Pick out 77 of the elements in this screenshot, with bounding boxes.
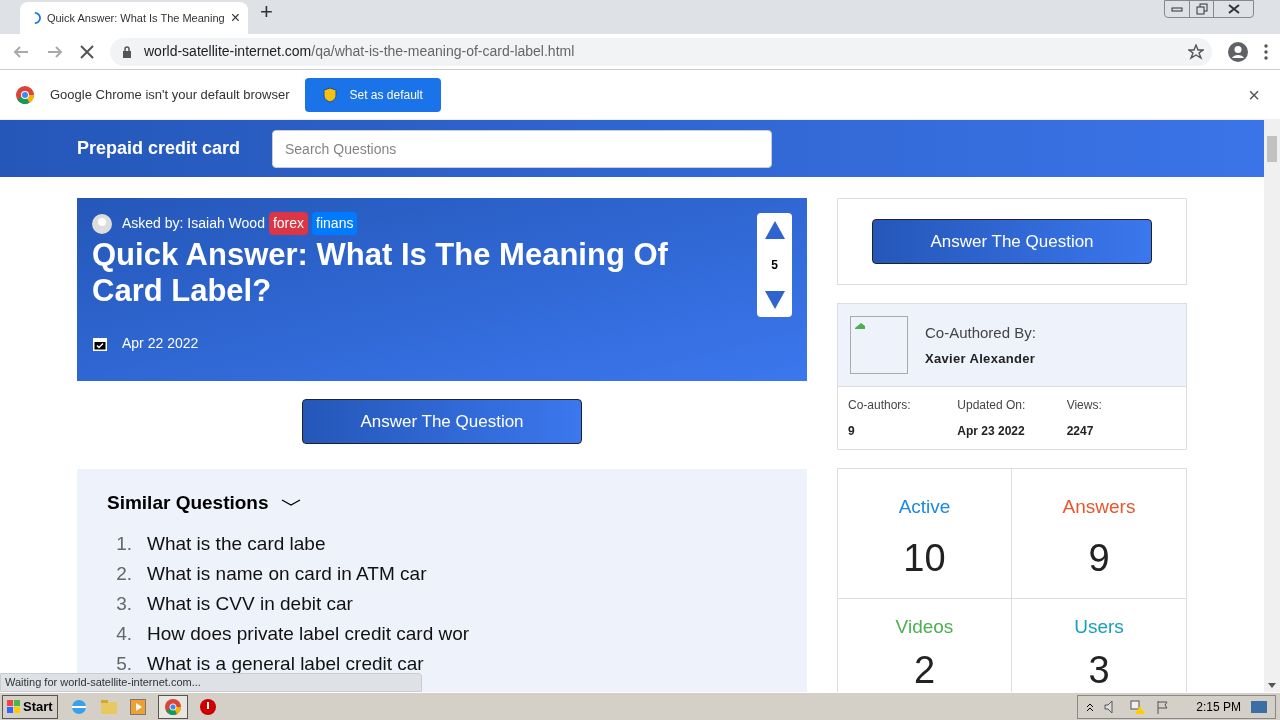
set-default-button[interactable]: Set as default	[305, 77, 441, 112]
stat-value: 9	[1088, 535, 1110, 581]
similar-question-link[interactable]: What is the card labe	[147, 530, 326, 559]
avatar-icon	[92, 213, 112, 234]
scrollbar-thumb[interactable]	[1267, 136, 1277, 162]
chrome-taskbar-button[interactable]	[157, 694, 188, 719]
stat-label: Answers	[1062, 495, 1136, 519]
list-number: 1.	[115, 532, 133, 557]
list-number: 2.	[115, 562, 133, 587]
new-tab-button[interactable]: +	[260, 0, 273, 28]
lock-icon	[122, 45, 132, 58]
chrome-logo-icon	[164, 698, 181, 715]
network-icon[interactable]	[1130, 699, 1147, 714]
similar-question-link[interactable]: How does private label credit card wor	[147, 620, 470, 649]
similar-heading: Similar Questions	[107, 491, 269, 515]
stat-label: Active	[898, 495, 951, 519]
list-number: 4.	[115, 622, 133, 647]
meta-value: Apr 23 2022	[957, 423, 1026, 440]
stat-label: Videos	[895, 615, 954, 639]
calendar-icon	[92, 335, 108, 352]
chevron-up-icon[interactable]	[1086, 701, 1095, 712]
meta-label: Views:	[1066, 397, 1103, 414]
minimize-icon	[1171, 6, 1183, 12]
similar-question-link[interactable]: What is name on card in ATM car	[147, 560, 427, 589]
loading-status-tooltip: Waiting for world-satellite-internet.com...	[0, 673, 422, 692]
meta-value: 2247	[1066, 423, 1095, 440]
tag[interactable]: finans	[312, 212, 358, 235]
question-title: Quick Answer: What Is The Meaning Of Card Label?	[92, 237, 669, 309]
shield-icon	[323, 86, 338, 103]
url-text: world-satellite-internet.com/qa/what-is-the-meaning-of-card-label.html	[144, 42, 576, 61]
vote-count: 5	[771, 257, 778, 274]
flag-icon[interactable]	[1156, 699, 1171, 714]
restore-icon	[1195, 3, 1208, 15]
stat-label: Users	[1074, 615, 1124, 639]
chevron-down-icon[interactable]	[280, 499, 301, 508]
media-player-icon[interactable]	[129, 698, 146, 715]
profile-icon[interactable]	[1228, 41, 1248, 62]
close-tab-button[interactable]: ×	[230, 6, 240, 30]
broken-image-icon	[850, 316, 908, 374]
tab-title: Quick Answer: What Is The Meaning	[46, 10, 225, 26]
upvote-icon[interactable]	[764, 221, 785, 239]
answer-button[interactable]: Answer The Question	[872, 219, 1152, 264]
star-icon[interactable]	[1188, 43, 1204, 60]
close-icon	[1227, 4, 1240, 14]
asked-by: Asked by: Isaiah Wood	[122, 214, 265, 233]
stat-value: 2	[913, 647, 936, 692]
address-bar[interactable]: world-satellite-internet.com/qa/what-is-the-meaning-of-card-label.html	[110, 37, 1212, 66]
start-button[interactable]: Start	[2, 694, 58, 719]
windows-logo-icon	[7, 699, 21, 714]
chrome-logo-icon	[16, 85, 34, 104]
show-desktop-icon[interactable]	[1251, 699, 1267, 714]
browser-tab[interactable]: Quick Answer: What Is The Meaning ×	[20, 2, 248, 34]
stop-loading-icon[interactable]	[80, 44, 94, 59]
stop-sign-icon[interactable]	[199, 698, 216, 715]
meta-value: 9	[848, 423, 856, 440]
stat-value: 3	[1088, 647, 1110, 692]
question-date: Apr 22 2022	[122, 334, 199, 353]
infobar-message: Google Chrome isn't your default browser	[50, 85, 290, 104]
clock-time: 2:15 PM	[1196, 698, 1241, 716]
similar-question-link[interactable]: What is CVV in debit car	[147, 590, 353, 619]
coauthor-label: Co-Authored By:	[925, 323, 1036, 343]
site-brand[interactable]: Prepaid credit card	[77, 135, 242, 162]
meta-label: Updated On:	[957, 397, 1027, 414]
search-field[interactable]: Search Questions	[272, 129, 772, 168]
globe-icon[interactable]	[69, 697, 88, 716]
loading-spinner-icon	[34, 11, 41, 25]
close-infobar-button[interactable]: ×	[1248, 79, 1260, 110]
list-number: 3.	[115, 592, 133, 617]
tag[interactable]: forex	[268, 212, 309, 235]
stat-value: 10	[903, 535, 946, 581]
answer-button[interactable]: Answer The Question	[302, 399, 582, 444]
downvote-icon[interactable]	[764, 291, 785, 309]
coauthor-name: Xavier Alexander	[925, 349, 1036, 368]
meta-label: Co-authors:	[848, 397, 912, 414]
scroll-down-icon[interactable]	[1268, 683, 1276, 688]
scrollbar[interactable]	[1264, 120, 1280, 692]
menu-icon[interactable]	[1264, 43, 1268, 60]
